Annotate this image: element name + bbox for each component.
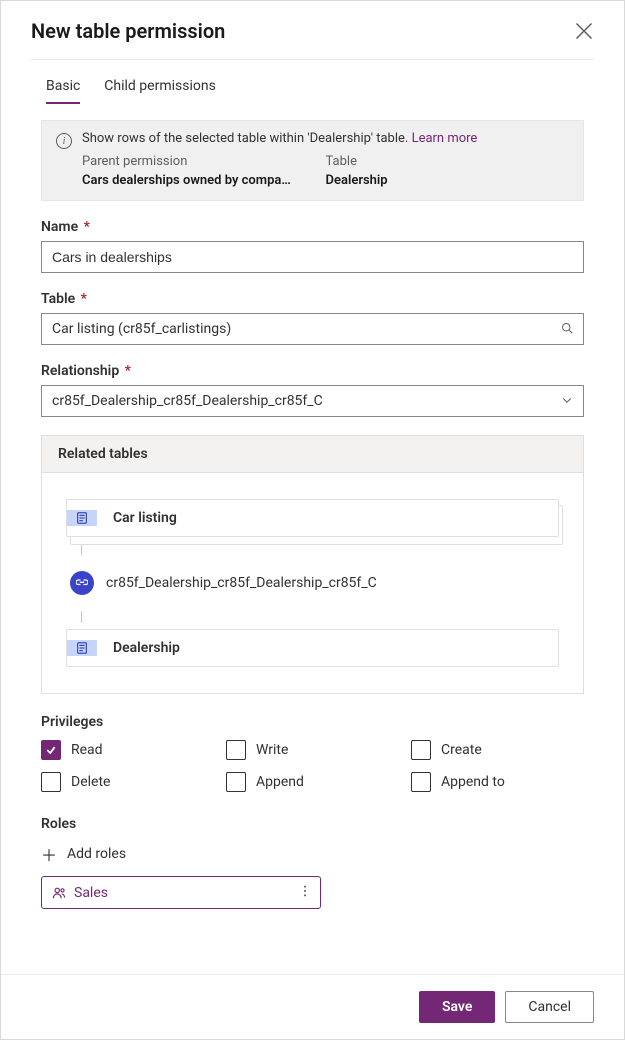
privileges-grid: Read Write Create Delete Append Append to	[41, 740, 584, 792]
role-chip-more-button[interactable]	[298, 883, 312, 902]
related-card-car-listing: Car listing	[66, 499, 559, 537]
checkbox-box	[226, 740, 246, 760]
tab-child-permissions[interactable]: Child permissions	[104, 78, 216, 104]
privilege-checkbox-append[interactable]: Append	[226, 772, 399, 792]
add-roles-button[interactable]: ＋ Add roles	[41, 842, 584, 866]
field-table: Table * Car listing (cr85f_carlistings)	[41, 291, 584, 345]
info-table-label: Table	[326, 154, 570, 169]
field-relationship: Relationship * cr85f_Dealership_cr85f_De…	[41, 363, 584, 417]
privilege-checkbox-appendto[interactable]: Append to	[411, 772, 584, 792]
checkbox-box	[41, 740, 61, 760]
table-value: Car listing (cr85f_carlistings)	[52, 321, 231, 337]
role-chip-sales[interactable]: Sales	[41, 876, 321, 909]
privilege-label: Write	[256, 742, 288, 758]
name-label: Name *	[41, 219, 584, 235]
dialog-body: i Show rows of the selected table within…	[1, 104, 624, 974]
related-card-dealership: Dealership	[66, 629, 559, 667]
relationship-label-text: Relationship	[41, 363, 119, 379]
people-icon	[52, 886, 66, 900]
parent-permission-value: Cars dealerships owned by compa…	[82, 173, 326, 188]
related-card-stack: Car listing	[66, 499, 559, 537]
privilege-checkbox-delete[interactable]: Delete	[41, 772, 214, 792]
privileges-heading: Privileges	[41, 714, 584, 730]
relationship-link: cr85f_Dealership_cr85f_Dealership_cr85f_…	[66, 565, 559, 601]
role-chip-content: Sales	[52, 885, 108, 901]
table-label-text: Table	[41, 291, 75, 307]
search-icon	[561, 322, 573, 337]
related-tables-body: Car listing cr85f_Dealership_cr85f_Deale…	[42, 473, 583, 693]
chevron-down-icon	[561, 394, 573, 409]
relationship-label: Relationship *	[41, 363, 584, 379]
info-table-value: Dealership	[326, 173, 570, 188]
close-icon	[574, 21, 594, 41]
related-tables-heading: Related tables	[42, 436, 583, 473]
link-icon	[70, 571, 94, 595]
relationship-select[interactable]: cr85f_Dealership_cr85f_Dealership_cr85f_…	[41, 385, 584, 417]
related-card-name: Car listing	[113, 510, 177, 526]
info-icon: i	[56, 133, 72, 149]
required-asterisk: *	[121, 363, 131, 379]
checkbox-box	[411, 772, 431, 792]
save-button[interactable]: Save	[419, 991, 495, 1023]
privilege-label: Append	[256, 774, 304, 790]
add-roles-label: Add roles	[67, 846, 126, 862]
learn-more-link[interactable]: Learn more	[412, 131, 478, 146]
info-col-parent: Parent permission Cars dealerships owned…	[82, 154, 326, 188]
roles-heading: Roles	[41, 816, 584, 832]
checkbox-box	[41, 772, 61, 792]
privilege-label: Create	[441, 742, 482, 758]
checkbox-box	[411, 740, 431, 760]
required-asterisk: *	[77, 291, 87, 307]
info-col-table: Table Dealership	[326, 154, 570, 188]
table-icon	[67, 640, 97, 656]
dialog-title: New table permission	[31, 19, 225, 43]
related-card-name: Dealership	[113, 640, 180, 656]
checkbox-box	[226, 772, 246, 792]
required-asterisk: *	[80, 219, 90, 235]
tab-bar: Basic Child permissions	[1, 60, 624, 104]
role-chip-label: Sales	[74, 885, 108, 901]
name-label-text: Name	[41, 219, 78, 235]
parent-permission-label: Parent permission	[82, 154, 326, 169]
cancel-button[interactable]: Cancel	[505, 991, 594, 1023]
dialog-panel: New table permission Basic Child permiss…	[0, 0, 625, 1040]
related-tables-panel: Related tables Car listing cr85f_De	[41, 435, 584, 694]
table-lookup[interactable]: Car listing (cr85f_carlistings)	[41, 313, 584, 345]
dialog-header: New table permission	[1, 1, 624, 53]
privilege-label: Read	[71, 742, 103, 758]
table-label: Table *	[41, 291, 584, 307]
connector-line	[81, 611, 82, 623]
relationship-link-text: cr85f_Dealership_cr85f_Dealership_cr85f_…	[106, 575, 377, 591]
field-name: Name *	[41, 219, 584, 273]
info-text: Show rows of the selected table within '…	[82, 131, 412, 146]
privilege-checkbox-create[interactable]: Create	[411, 740, 584, 760]
privilege-checkbox-read[interactable]: Read	[41, 740, 214, 760]
privilege-checkbox-write[interactable]: Write	[226, 740, 399, 760]
more-vertical-icon	[298, 884, 312, 898]
plus-icon: ＋	[41, 842, 57, 866]
info-columns: Parent permission Cars dealerships owned…	[82, 154, 569, 188]
tab-basic[interactable]: Basic	[46, 78, 80, 104]
info-body: Show rows of the selected table within '…	[82, 131, 569, 188]
name-input[interactable]	[41, 241, 584, 273]
info-box: i Show rows of the selected table within…	[41, 120, 584, 201]
relationship-value: cr85f_Dealership_cr85f_Dealership_cr85f_…	[52, 393, 323, 409]
check-icon	[45, 744, 57, 756]
dialog-footer: Save Cancel	[1, 974, 624, 1039]
close-button[interactable]	[574, 21, 594, 41]
privilege-label: Delete	[71, 774, 110, 790]
table-icon	[67, 510, 97, 526]
privilege-label: Append to	[441, 774, 505, 790]
